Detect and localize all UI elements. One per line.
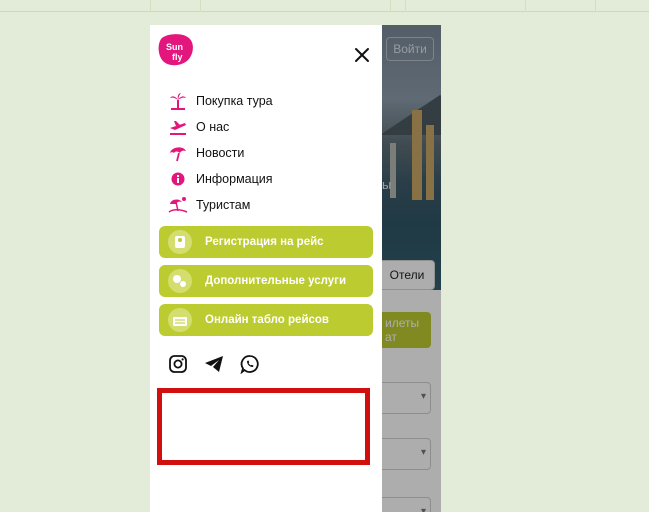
svg-text:fly: fly [172, 52, 183, 62]
nav-item-label: О нас [196, 120, 230, 134]
airplane-icon [167, 117, 189, 137]
close-icon[interactable] [353, 46, 371, 64]
info-icon [167, 169, 189, 189]
flight-board-button[interactable]: Онлайн табло рейсов [159, 304, 373, 336]
nav-item-info[interactable]: Информация [167, 166, 273, 192]
board-icon [163, 304, 197, 336]
nav-item-about[interactable]: О нас [167, 114, 273, 140]
palm-tree-icon [167, 91, 189, 111]
telegram-icon[interactable] [204, 354, 224, 374]
social-links [168, 354, 260, 374]
nav-item-label: Покупка тура [196, 94, 273, 108]
highlight-box [157, 388, 370, 465]
checkin-icon [163, 226, 197, 258]
nav-item-label: Туристам [196, 198, 251, 212]
beach-icon [167, 195, 189, 215]
nav-item-label: Информация [196, 172, 273, 186]
nav-item-tourists[interactable]: Туристам [167, 192, 273, 218]
service-label: Регистрация на рейс [205, 236, 324, 248]
umbrella-icon [167, 143, 189, 163]
top-grid [0, 0, 649, 12]
whatsapp-icon[interactable] [240, 354, 260, 374]
service-label: Онлайн табло рейсов [205, 314, 330, 326]
nav-item-label: Новости [196, 146, 245, 160]
logo[interactable]: Sun fly [158, 33, 194, 67]
main-nav: Покупка тура О нас Новости Информация Ту… [167, 88, 273, 218]
checkin-button[interactable]: Регистрация на рейс [159, 226, 373, 258]
nav-item-tour[interactable]: Покупка тура [167, 88, 273, 114]
instagram-icon[interactable] [168, 354, 188, 374]
nav-item-news[interactable]: Новости [167, 140, 273, 166]
service-label: Дополнительные услуги [205, 275, 347, 287]
services-icon [163, 265, 197, 297]
svg-text:Sun: Sun [166, 42, 183, 52]
extra-services-button[interactable]: Дополнительные услуги [159, 265, 373, 297]
